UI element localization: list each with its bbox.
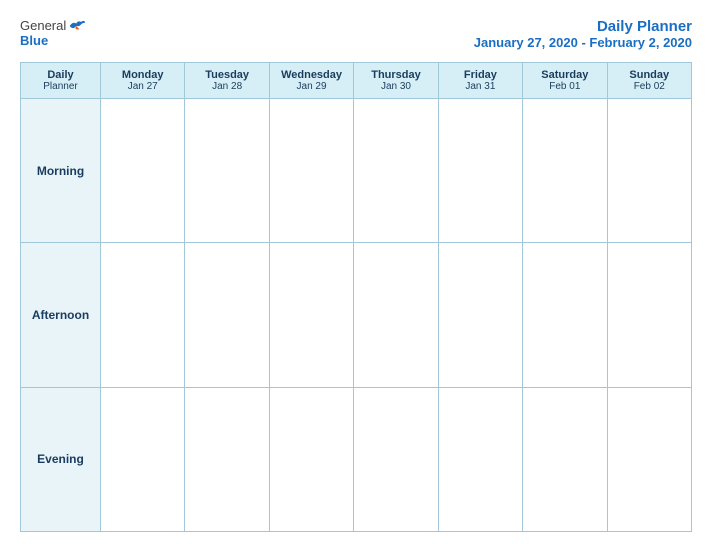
col-header-col-sun: SundayFeb 02 [607, 63, 691, 99]
calendar-table: DailyPlannerMondayJan 27TuesdayJan 28Wed… [20, 62, 692, 532]
title-area: Daily Planner January 27, 2020 - Februar… [474, 18, 692, 50]
row-afternoon-col-wed[interactable] [269, 243, 353, 387]
row-morning-col-sat[interactable] [523, 99, 607, 243]
col-label-col-sat: Saturday [525, 69, 604, 81]
col-label-col-sun: Sunday [610, 69, 689, 81]
col-header-col-planner: DailyPlanner [21, 63, 101, 99]
row-evening-col-fri[interactable] [438, 387, 522, 531]
row-evening: Evening [21, 387, 692, 531]
row-evening-col-mon[interactable] [101, 387, 185, 531]
page: General Blue Daily Planner January 27, 2… [0, 0, 712, 550]
row-evening-col-sat[interactable] [523, 387, 607, 531]
col-sub-col-sat: Feb 01 [525, 81, 604, 92]
logo-bird-icon [68, 19, 86, 33]
planner-title: Daily Planner [474, 18, 692, 35]
col-sub-col-planner: Planner [23, 81, 98, 92]
col-label-col-tue: Tuesday [187, 69, 266, 81]
row-afternoon-col-sun[interactable] [607, 243, 691, 387]
row-evening-label: Evening [21, 387, 101, 531]
col-sub-col-thu: Jan 30 [356, 81, 435, 92]
row-evening-col-wed[interactable] [269, 387, 353, 531]
header: General Blue Daily Planner January 27, 2… [20, 18, 692, 50]
row-morning-col-sun[interactable] [607, 99, 691, 243]
col-sub-col-fri: Jan 31 [441, 81, 520, 92]
row-morning-col-thu[interactable] [354, 99, 438, 243]
calendar-header-row: DailyPlannerMondayJan 27TuesdayJan 28Wed… [21, 63, 692, 99]
row-afternoon-col-fri[interactable] [438, 243, 522, 387]
col-header-col-fri: FridayJan 31 [438, 63, 522, 99]
row-morning: Morning [21, 99, 692, 243]
row-evening-col-thu[interactable] [354, 387, 438, 531]
col-header-col-wed: WednesdayJan 29 [269, 63, 353, 99]
col-header-col-tue: TuesdayJan 28 [185, 63, 269, 99]
col-header-col-mon: MondayJan 27 [101, 63, 185, 99]
row-afternoon-col-sat[interactable] [523, 243, 607, 387]
row-morning-col-fri[interactable] [438, 99, 522, 243]
row-afternoon-col-mon[interactable] [101, 243, 185, 387]
col-sub-col-sun: Feb 02 [610, 81, 689, 92]
row-morning-label: Morning [21, 99, 101, 243]
row-evening-col-tue[interactable] [185, 387, 269, 531]
logo-general-text: General [20, 18, 66, 33]
logo-area: General Blue [20, 18, 86, 48]
col-label-col-fri: Friday [441, 69, 520, 81]
logo-blue-text: Blue [20, 33, 48, 48]
col-header-col-sat: SaturdayFeb 01 [523, 63, 607, 99]
col-header-col-thu: ThursdayJan 30 [354, 63, 438, 99]
col-sub-col-tue: Jan 28 [187, 81, 266, 92]
col-sub-col-mon: Jan 27 [103, 81, 182, 92]
col-label-col-planner: Daily [23, 69, 98, 81]
row-morning-col-wed[interactable] [269, 99, 353, 243]
col-label-col-mon: Monday [103, 69, 182, 81]
row-morning-col-mon[interactable] [101, 99, 185, 243]
col-label-col-wed: Wednesday [272, 69, 351, 81]
logo-text: General [20, 18, 86, 33]
col-label-col-thu: Thursday [356, 69, 435, 81]
row-afternoon-col-thu[interactable] [354, 243, 438, 387]
row-afternoon: Afternoon [21, 243, 692, 387]
col-sub-col-wed: Jan 29 [272, 81, 351, 92]
row-evening-col-sun[interactable] [607, 387, 691, 531]
planner-date-range: January 27, 2020 - February 2, 2020 [474, 35, 692, 50]
row-afternoon-label: Afternoon [21, 243, 101, 387]
row-afternoon-col-tue[interactable] [185, 243, 269, 387]
row-morning-col-tue[interactable] [185, 99, 269, 243]
